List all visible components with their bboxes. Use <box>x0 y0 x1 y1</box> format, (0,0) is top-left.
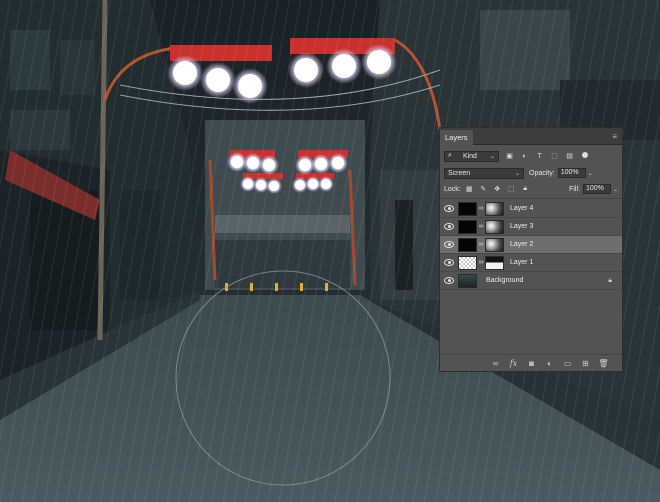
type-filter-icon[interactable]: T <box>535 152 544 161</box>
new-layer-icon[interactable]: ⊞ <box>581 359 590 368</box>
visibility-eye-icon[interactable] <box>440 241 458 248</box>
layer-thumbnail <box>458 237 477 252</box>
image-filter-icon[interactable]: ▣ <box>505 152 514 161</box>
layer-thumbnail <box>458 201 477 216</box>
fill-field[interactable]: 100% <box>582 184 611 194</box>
layer-mask-thumbnail[interactable] <box>485 219 504 234</box>
layer-mask-thumbnail[interactable] <box>485 237 504 252</box>
filter-kind-select[interactable]: ⌕ Kind ⌄ <box>444 150 499 162</box>
shape-filter-icon[interactable]: ⬚ <box>550 152 559 161</box>
opacity-field[interactable]: 100% <box>557 168 586 178</box>
visibility-eye-icon[interactable] <box>440 277 458 284</box>
blend-mode-value: Screen <box>448 169 471 177</box>
fill-label: Fill: <box>569 185 580 193</box>
visibility-eye-icon[interactable] <box>440 205 458 212</box>
layer-row-layer-1[interactable]: ∞ Layer 1 <box>440 254 622 272</box>
lock-label: Lock: <box>444 185 461 193</box>
chevron-down-icon: ⌄ <box>489 153 495 160</box>
mask-link-icon[interactable]: ∞ <box>477 223 485 230</box>
filter-toggle-icon[interactable] <box>582 151 588 158</box>
layer-row-layer-3[interactable]: ∞ Layer 3 <box>440 218 622 236</box>
adjustment-filter-icon[interactable]: ◐ <box>520 152 529 161</box>
layer-thumbnail <box>458 255 477 270</box>
adjustment-layer-icon[interactable]: ◐ <box>545 359 554 368</box>
layer-name: Layer 1 <box>510 259 534 266</box>
opacity-label: Opacity: <box>529 169 555 177</box>
mask-link-icon[interactable]: ∞ <box>477 259 485 266</box>
layer-row-layer-4[interactable]: ∞ Layer 4 <box>440 200 622 218</box>
search-icon: ⌕ <box>448 152 452 159</box>
lock-transparent-icon[interactable]: ▦ <box>465 185 474 194</box>
layer-mask-thumbnail[interactable] <box>485 255 504 270</box>
layer-row-background[interactable]: Background 🔒︎ <box>440 272 622 290</box>
opacity-dropdown-icon[interactable]: ⌄ <box>588 170 593 177</box>
link-layers-icon[interactable]: ∞ <box>491 359 500 368</box>
layers-panel: Layers ≡ ⌕ Kind ⌄ ▣ ◐ T ⬚ ▤ Screen ⌄ Opa… <box>439 127 623 372</box>
panel-menu-icon[interactable]: ≡ <box>612 132 617 141</box>
mask-link-icon[interactable]: ∞ <box>477 205 485 212</box>
lock-artboard-icon[interactable]: ⬚ <box>507 185 516 194</box>
smart-object-filter-icon[interactable]: ▤ <box>565 152 574 161</box>
lock-all-icon[interactable]: 🔒︎ <box>521 185 530 194</box>
add-mask-icon[interactable]: ◙ <box>527 359 536 368</box>
mask-link-icon[interactable]: ∞ <box>477 241 485 248</box>
panel-tab-layers[interactable]: Layers <box>440 130 473 146</box>
chevron-down-icon: ⌄ <box>514 170 520 177</box>
new-group-icon[interactable]: ▭ <box>563 359 572 368</box>
layer-name: Layer 3 <box>510 223 534 230</box>
filter-row: ⌕ Kind ⌄ ▣ ◐ T ⬚ ▤ <box>440 148 622 164</box>
layers-list: ∞ Layer 4 ∞ Layer 3 ∞ Layer 2 ∞ Layer 1 <box>440 200 622 290</box>
fill-dropdown-icon[interactable]: ⌄ <box>613 186 618 193</box>
visibility-eye-icon[interactable] <box>440 259 458 266</box>
blend-mode-select[interactable]: Screen ⌄ <box>444 167 524 179</box>
trash-icon[interactable]: 🗑︎ <box>598 359 608 368</box>
panel-footer: ∞ fx ◙ ◐ ▭ ⊞ 🗑︎ <box>440 354 622 371</box>
layer-row-layer-2[interactable]: ∞ Layer 2 <box>440 236 622 254</box>
layer-name: Background <box>486 277 524 284</box>
layer-name: Layer 2 <box>510 241 534 248</box>
layer-mask-thumbnail[interactable] <box>485 201 504 216</box>
fx-icon[interactable]: fx <box>509 359 518 368</box>
lock-image-icon[interactable]: ✎ <box>479 185 488 194</box>
layer-thumbnail <box>458 273 477 288</box>
layer-name: Layer 4 <box>510 205 534 212</box>
lock-row: Lock: ▦ ✎ ✥ ⬚ 🔒︎ Fill: 100% ⌄ <box>440 182 622 199</box>
layer-thumbnail <box>458 219 477 234</box>
blend-row: Screen ⌄ Opacity: 100% ⌄ <box>440 166 622 180</box>
filter-kind-label: Kind <box>462 152 477 160</box>
lock-icon[interactable]: 🔒︎ <box>608 277 612 285</box>
visibility-eye-icon[interactable] <box>440 223 458 230</box>
lock-position-icon[interactable]: ✥ <box>493 185 502 194</box>
panel-header: Layers ≡ <box>440 128 622 146</box>
